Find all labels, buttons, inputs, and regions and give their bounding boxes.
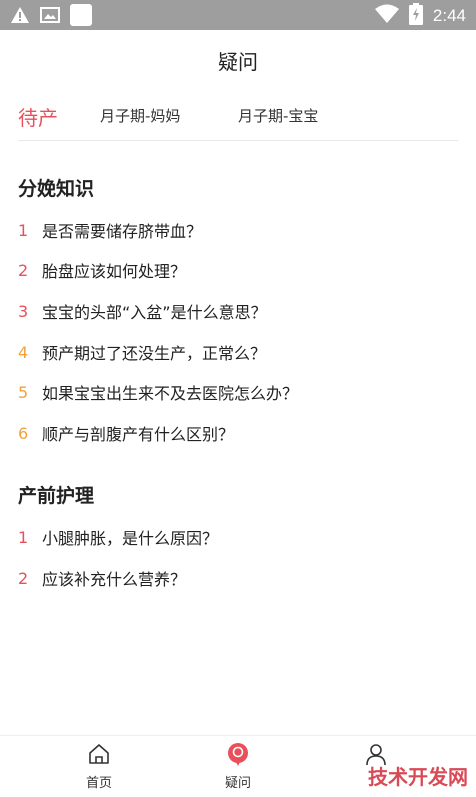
list-item[interactable]: 1 小腿肿胀，是什么原因？: [18, 522, 218, 552]
item-text: 是否需要储存脐带血？: [42, 222, 203, 241]
item-number: 1: [18, 220, 29, 240]
page-header: 疑问: [0, 30, 476, 90]
item-number: 1: [18, 527, 29, 547]
status-left-icons: [10, 4, 92, 30]
status-bar: 2:44: [0, 0, 476, 30]
image-icon: [40, 6, 60, 28]
item-text: 如果宝宝出生来不及去医院怎么办？: [42, 384, 299, 403]
list-item[interactable]: 2 胎盘应该如何处理？: [18, 255, 186, 285]
nav-home-label: 首页: [85, 776, 112, 791]
tab-daichan[interactable]: 待产: [18, 102, 58, 131]
item-number: 3: [18, 301, 29, 321]
list-item[interactable]: 1 是否需要储存脐带血？: [18, 215, 202, 245]
section-title-fenmian: 分娩知识: [18, 178, 95, 200]
item-text: 小腿肿胀，是什么原因？: [42, 529, 219, 548]
nav-question[interactable]: 疑问: [198, 742, 278, 791]
item-text: 宝宝的头部“入盆”是什么意思？: [42, 303, 267, 322]
list-item[interactable]: 6 顺产与剖腹产有什么区别？: [18, 418, 234, 448]
item-text: 应该补充什么营养？: [42, 570, 187, 589]
list-item[interactable]: 4 预产期过了还没生产，正常么？: [18, 337, 266, 367]
nav-question-label: 疑问: [224, 776, 251, 791]
battery-charging-icon: [408, 3, 423, 29]
notification-square-icon: [70, 4, 92, 30]
list-item[interactable]: 3 宝宝的头部“入盆”是什么意思？: [18, 296, 267, 326]
tab-bar: 待产 月子期-妈妈 月子期-宝宝: [0, 95, 476, 143]
tab-divider: [18, 140, 458, 141]
item-number: 5: [18, 382, 29, 402]
tab-yuezi-mama[interactable]: 月子期-妈妈: [100, 105, 180, 126]
status-right-icons: 2:44: [374, 3, 466, 29]
warning-icon: [10, 6, 30, 28]
nav-home[interactable]: 首页: [59, 742, 139, 791]
item-number: 6: [18, 423, 29, 443]
watermark-text: 技术开发网: [368, 765, 468, 789]
list-item[interactable]: 2 应该补充什么营养？: [18, 563, 186, 593]
section-title-chanqian: 产前护理: [18, 485, 95, 507]
list-item[interactable]: 5 如果宝宝出生来不及去医院怎么办？: [18, 377, 298, 407]
item-text: 胎盘应该如何处理？: [42, 262, 187, 281]
item-text: 预产期过了还没生产，正常么？: [42, 344, 267, 363]
item-number: 2: [18, 260, 29, 280]
tab-yuezi-baobao[interactable]: 月子期-宝宝: [238, 105, 318, 126]
item-text: 顺产与剖腹产有什么区别？: [42, 425, 235, 444]
item-number: 2: [18, 568, 29, 588]
page-title: 疑问: [218, 49, 258, 74]
home-icon: [87, 744, 111, 770]
status-time: 2:44: [432, 6, 466, 25]
item-number: 4: [18, 342, 29, 362]
question-bubble-icon: [226, 743, 250, 770]
wifi-icon: [374, 4, 399, 28]
